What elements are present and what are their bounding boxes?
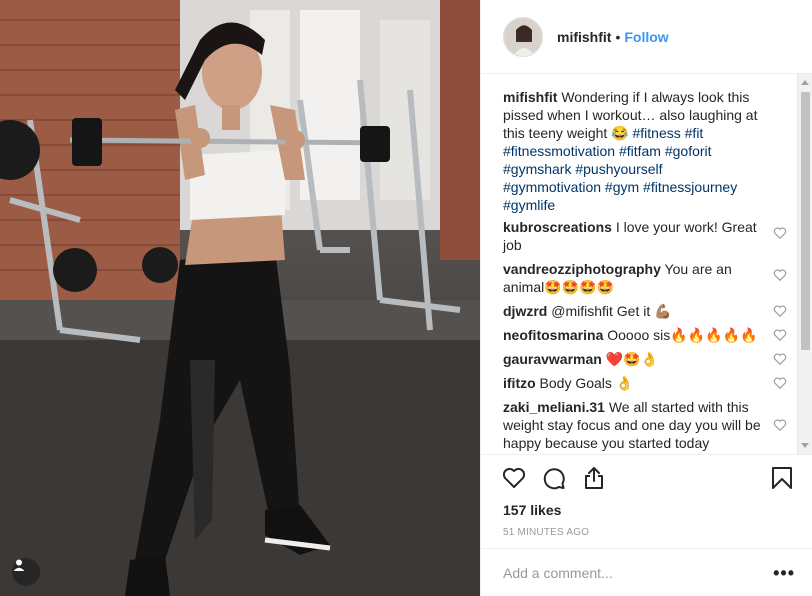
more-options-icon[interactable]: ••• <box>773 564 795 582</box>
scroll-up-arrow-icon[interactable] <box>801 80 809 85</box>
comment-text: @mifishfit Get it 💪🏽 <box>551 303 672 319</box>
comment-username[interactable]: gauravwarman <box>503 351 602 367</box>
comment-like-heart-icon[interactable] <box>773 328 787 342</box>
comment-like-heart-icon[interactable] <box>773 268 787 282</box>
scrollbar-thumb[interactable] <box>801 92 810 350</box>
heart-icon <box>502 467 526 488</box>
action-bar <box>481 455 812 501</box>
caption-username[interactable]: mifishfit <box>503 89 557 105</box>
gym-scene-illustration <box>0 0 480 596</box>
follow-button[interactable]: Follow <box>624 29 668 45</box>
comment-text: Ooooo sis🔥🔥🔥🔥🔥 <box>607 327 758 343</box>
comment-button[interactable] <box>541 465 567 491</box>
comment-item: zaki_meliani.31 We all started with this… <box>503 398 787 452</box>
comments-scrollbar[interactable] <box>797 74 812 454</box>
comment-username[interactable]: djwzrd <box>503 303 547 319</box>
share-icon <box>585 467 603 489</box>
bookmark-icon <box>772 467 792 489</box>
comment-input[interactable] <box>503 564 774 581</box>
avatar[interactable] <box>503 16 543 57</box>
comments-list[interactable]: mifishfit Wondering if I always look thi… <box>481 74 812 454</box>
comment-item: kubroscreations I love your work! Great … <box>503 218 787 254</box>
comment-item: vandreozziphotography You are an animal🤩… <box>503 260 787 296</box>
comment-username[interactable]: vandreozziphotography <box>503 261 661 277</box>
comment-like-heart-icon[interactable] <box>773 226 787 240</box>
comment-username[interactable]: ifitzo <box>503 375 536 391</box>
likes-count[interactable]: 157 likes <box>481 501 812 523</box>
comment-like-heart-icon[interactable] <box>773 352 787 366</box>
save-button[interactable] <box>769 465 795 491</box>
comment-item: gauravwarman ❤️🤩👌 <box>503 350 787 368</box>
post-side-panel: mifishfit • Follow mifishfit Wondering i… <box>480 0 812 596</box>
comment-bubble-icon <box>543 468 565 490</box>
user-tag-icon <box>13 559 25 571</box>
user-tag-button[interactable] <box>12 558 40 586</box>
comment-username[interactable]: zaki_meliani.31 <box>503 399 605 415</box>
scroll-down-arrow-icon[interactable] <box>801 443 809 448</box>
comment-like-heart-icon[interactable] <box>773 304 787 318</box>
post-header: mifishfit • Follow <box>481 0 812 74</box>
add-comment-bar: ••• <box>481 548 812 596</box>
comment-item: ifitzo Body Goals 👌 <box>503 374 787 392</box>
comment-text: Body Goals 👌 <box>539 375 634 391</box>
post-photo[interactable] <box>0 0 480 596</box>
comment-username[interactable]: kubroscreations <box>503 219 612 235</box>
like-button[interactable] <box>501 465 527 491</box>
post-timestamp[interactable]: 51 MINUTES AGO <box>481 523 812 549</box>
share-button[interactable] <box>581 465 607 491</box>
comment-like-heart-icon[interactable] <box>773 418 787 432</box>
separator-dot: • <box>615 28 621 45</box>
comment-item: neofitosmarina Ooooo sis🔥🔥🔥🔥🔥 <box>503 326 787 344</box>
comment-like-heart-icon[interactable] <box>773 376 787 390</box>
avatar-image <box>504 17 542 56</box>
comment-item: djwzrd @mifishfit Get it 💪🏽 <box>503 302 787 320</box>
post-caption: mifishfit Wondering if I always look thi… <box>503 88 783 214</box>
post-author-username[interactable]: mifishfit <box>557 29 611 45</box>
post-actions-section: 157 likes 51 MINUTES AGO <box>481 454 812 549</box>
comment-text: ❤️🤩👌 <box>605 351 659 367</box>
comment-username[interactable]: neofitosmarina <box>503 327 603 343</box>
